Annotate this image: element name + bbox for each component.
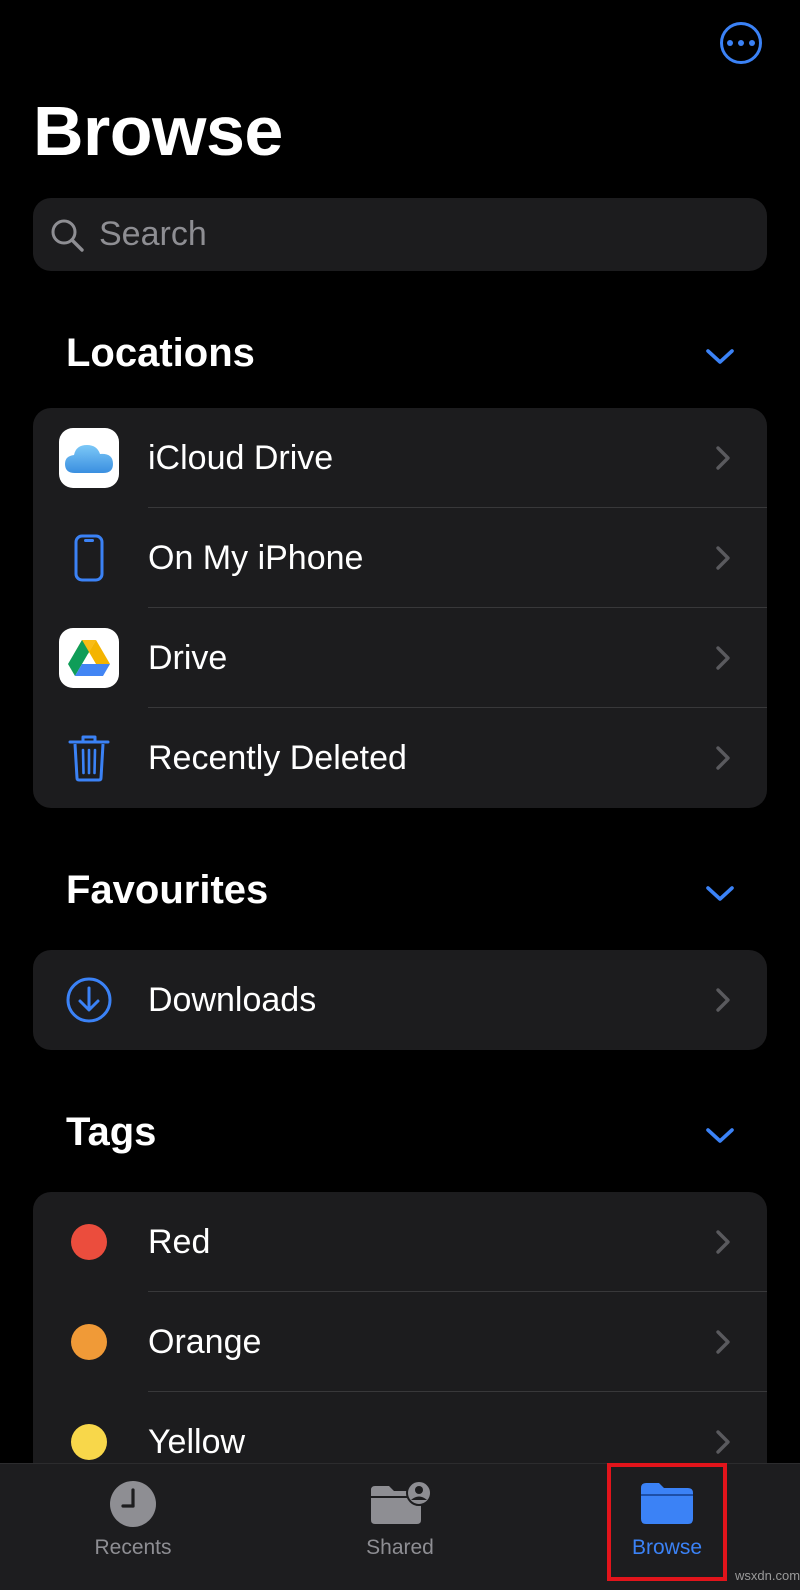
tag-label: Red bbox=[148, 1223, 211, 1261]
tab-label: Recents bbox=[94, 1536, 172, 1559]
tag-color-dot bbox=[71, 1424, 107, 1460]
google-drive-icon-wrap bbox=[59, 628, 119, 688]
tag-item-red[interactable]: Red bbox=[33, 1192, 767, 1292]
more-options-icon bbox=[727, 40, 733, 46]
tag-label: Orange bbox=[148, 1323, 262, 1361]
locations-list: iCloud Drive On My iPhone Drive Recently… bbox=[33, 408, 767, 808]
tag-color-dot bbox=[71, 1224, 107, 1260]
tag-color-dot bbox=[71, 1324, 107, 1360]
icloud-icon bbox=[59, 428, 119, 488]
chevron-down-icon[interactable] bbox=[704, 1123, 736, 1147]
page-title: Browse bbox=[33, 92, 283, 170]
location-label: Drive bbox=[148, 639, 228, 677]
download-icon-wrap bbox=[59, 970, 119, 1030]
location-item-drive[interactable]: Drive bbox=[33, 608, 767, 708]
section-title-favourites: Favourites bbox=[66, 868, 269, 912]
chevron-down-icon[interactable] bbox=[704, 344, 736, 368]
shared-folder-icon bbox=[371, 1480, 432, 1524]
location-label: On My iPhone bbox=[148, 539, 364, 577]
tag-item-orange[interactable]: Orange bbox=[33, 1292, 767, 1392]
google-drive-icon bbox=[59, 628, 119, 688]
chevron-right-icon bbox=[716, 1330, 730, 1354]
chevron-right-icon bbox=[716, 1230, 730, 1254]
iphone-icon bbox=[74, 534, 104, 582]
more-options-icon-dot bbox=[738, 40, 744, 46]
search-placeholder: Search bbox=[99, 215, 207, 253]
chevron-right-icon bbox=[716, 746, 730, 770]
location-label: Recently Deleted bbox=[148, 739, 407, 777]
favourite-label: Downloads bbox=[148, 981, 317, 1019]
tab-label: Shared bbox=[366, 1536, 434, 1559]
location-item-recently-deleted[interactable]: Recently Deleted bbox=[33, 708, 767, 808]
location-item-on-my-iphone[interactable]: On My iPhone bbox=[33, 508, 767, 608]
icloud-icon-wrap bbox=[59, 428, 119, 488]
download-circle-icon bbox=[66, 977, 112, 1023]
tab-recents[interactable]: Recents bbox=[53, 1464, 213, 1590]
chevron-right-icon bbox=[716, 646, 730, 670]
chevron-down-icon[interactable] bbox=[704, 881, 736, 905]
search-field[interactable]: Search bbox=[33, 198, 767, 271]
search-icon bbox=[51, 219, 84, 252]
clock-icon bbox=[110, 1481, 156, 1527]
trash-icon bbox=[68, 735, 110, 782]
section-title-tags: Tags bbox=[66, 1110, 157, 1154]
favourite-item-downloads[interactable]: Downloads bbox=[33, 950, 767, 1050]
section-title-locations: Locations bbox=[66, 331, 255, 375]
chevron-right-icon bbox=[716, 1430, 730, 1454]
tag-dot-wrap bbox=[59, 1312, 119, 1372]
favourites-list: Downloads bbox=[33, 950, 767, 1050]
location-label: iCloud Drive bbox=[148, 439, 334, 477]
chevron-right-icon bbox=[716, 546, 730, 570]
chevron-right-icon bbox=[716, 988, 730, 1012]
tag-dot-wrap bbox=[59, 1212, 119, 1272]
more-options-button[interactable] bbox=[720, 22, 762, 64]
chevron-right-icon bbox=[716, 446, 730, 470]
tab-shared[interactable]: Shared bbox=[320, 1464, 480, 1590]
tags-list: Red Orange Yellow bbox=[33, 1192, 767, 1492]
location-item-icloud-drive[interactable]: iCloud Drive bbox=[33, 408, 767, 508]
iphone-icon-wrap bbox=[59, 528, 119, 588]
more-options-icon-dot bbox=[749, 40, 755, 46]
watermark: wsxdn.com bbox=[735, 1568, 800, 1583]
trash-icon-wrap bbox=[59, 728, 119, 788]
highlight-box bbox=[607, 1463, 727, 1581]
